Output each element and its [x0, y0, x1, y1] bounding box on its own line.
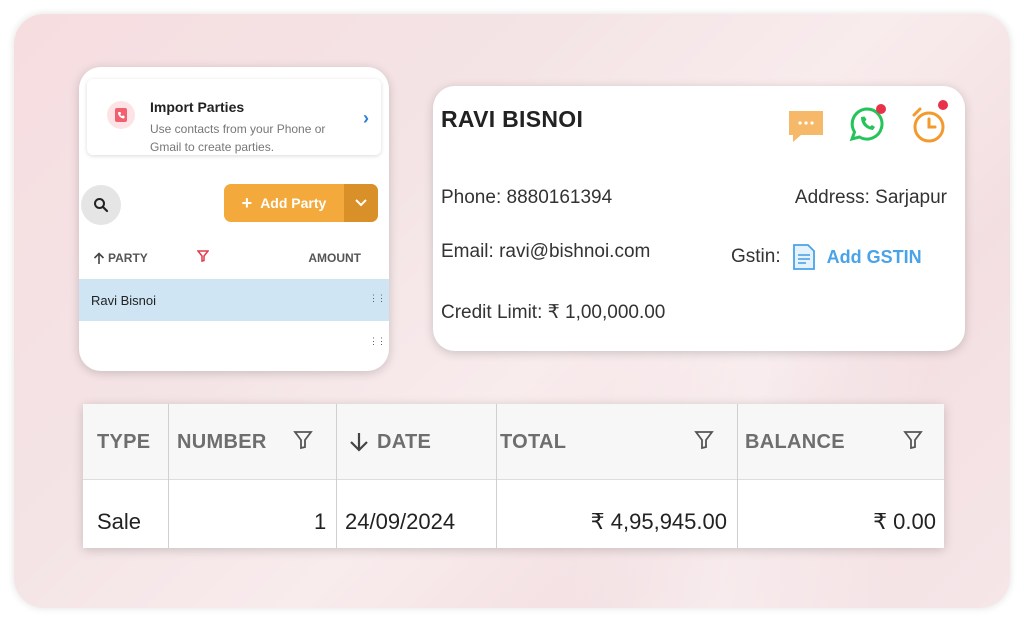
gstin-label: Gstin:: [731, 246, 781, 267]
date-column-header[interactable]: DATE: [377, 431, 431, 454]
chevron-right-icon[interactable]: ›: [363, 108, 369, 129]
party-phone: Phone: 8880161394: [441, 187, 613, 208]
add-gstin-link[interactable]: Add GSTIN: [827, 247, 922, 268]
add-party-main[interactable]: + Add Party: [224, 184, 344, 222]
search-button[interactable]: [81, 185, 121, 225]
column-divider: [336, 404, 337, 548]
party-list-header: PARTY AMOUNT: [79, 243, 389, 273]
party-address: Address: Sarjapur: [794, 187, 947, 208]
message-icon[interactable]: [787, 108, 825, 149]
cell-type: Sale: [97, 509, 142, 534]
notification-dot: [938, 100, 948, 110]
document-icon: [792, 244, 815, 270]
transactions-table: TYPE NUMBER DATE TOTAL BALANCE Sale 1 24…: [83, 404, 944, 548]
add-party-dropdown-button[interactable]: [344, 184, 378, 222]
arrow-up-icon: [93, 251, 105, 264]
phone-contact-icon: [107, 101, 135, 129]
add-party-label: Add Party: [260, 195, 327, 211]
add-party-button[interactable]: + Add Party: [224, 184, 378, 222]
number-column-header[interactable]: NUMBER: [177, 431, 267, 454]
alarm-clock-icon[interactable]: [910, 100, 948, 149]
party-detail-card: RAVI BISNOI Phone: 8880161394 Address: S…: [433, 86, 965, 351]
party-filter-icon[interactable]: [196, 250, 210, 265]
notification-dot: [876, 104, 886, 114]
party-gstin: Gstin: Add GSTIN: [731, 243, 922, 271]
total-column-header[interactable]: TOTAL: [500, 431, 566, 454]
total-filter-icon[interactable]: [694, 430, 714, 455]
column-divider: [168, 404, 169, 548]
whatsapp-icon[interactable]: [849, 104, 887, 147]
cell-number: 1: [314, 509, 327, 534]
table-row[interactable]: [83, 481, 944, 548]
import-parties-title: Import Parties: [150, 99, 245, 115]
cell-date: 24/09/2024: [345, 509, 456, 534]
party-name: Ravi Bisnoi: [91, 293, 157, 308]
contact-actions: [785, 100, 955, 149]
party-column-header[interactable]: PARTY: [93, 251, 148, 265]
cell-balance: ₹ 0.00: [873, 509, 936, 534]
party-row[interactable]: Ravi Bisnoi ⋮⋮: [79, 279, 389, 321]
type-column-header[interactable]: TYPE: [97, 431, 150, 454]
parties-panel: Import Parties Use contacts from your Ph…: [79, 67, 389, 371]
column-divider: [737, 404, 738, 548]
arrow-down-icon[interactable]: [348, 431, 370, 458]
amount-column-header[interactable]: AMOUNT: [308, 251, 361, 265]
background-frame: Import Parties Use contacts from your Ph…: [14, 14, 1010, 608]
balance-filter-icon[interactable]: [903, 430, 923, 455]
drag-handle-icon[interactable]: ⋮⋮: [369, 294, 386, 303]
number-filter-icon[interactable]: [293, 430, 313, 455]
chevron-down-icon: [355, 199, 367, 207]
search-icon: [94, 198, 109, 213]
cell-total: ₹ 4,95,945.00: [590, 509, 727, 534]
import-parties-description: Use contacts from your Phone or Gmail to…: [150, 122, 326, 154]
plus-icon: +: [241, 192, 253, 213]
balance-column-header[interactable]: BALANCE: [745, 431, 845, 454]
party-credit-limit: Credit Limit: ₹ 1,00,000.00: [441, 302, 666, 323]
drag-handle-icon[interactable]: ⋮⋮: [369, 337, 386, 346]
import-parties-card[interactable]: Import Parties Use contacts from your Ph…: [87, 79, 381, 155]
party-email: Email: ravi@bishnoi.com: [441, 241, 651, 262]
party-detail-name: RAVI BISNOI: [441, 106, 584, 132]
column-divider: [496, 404, 497, 548]
